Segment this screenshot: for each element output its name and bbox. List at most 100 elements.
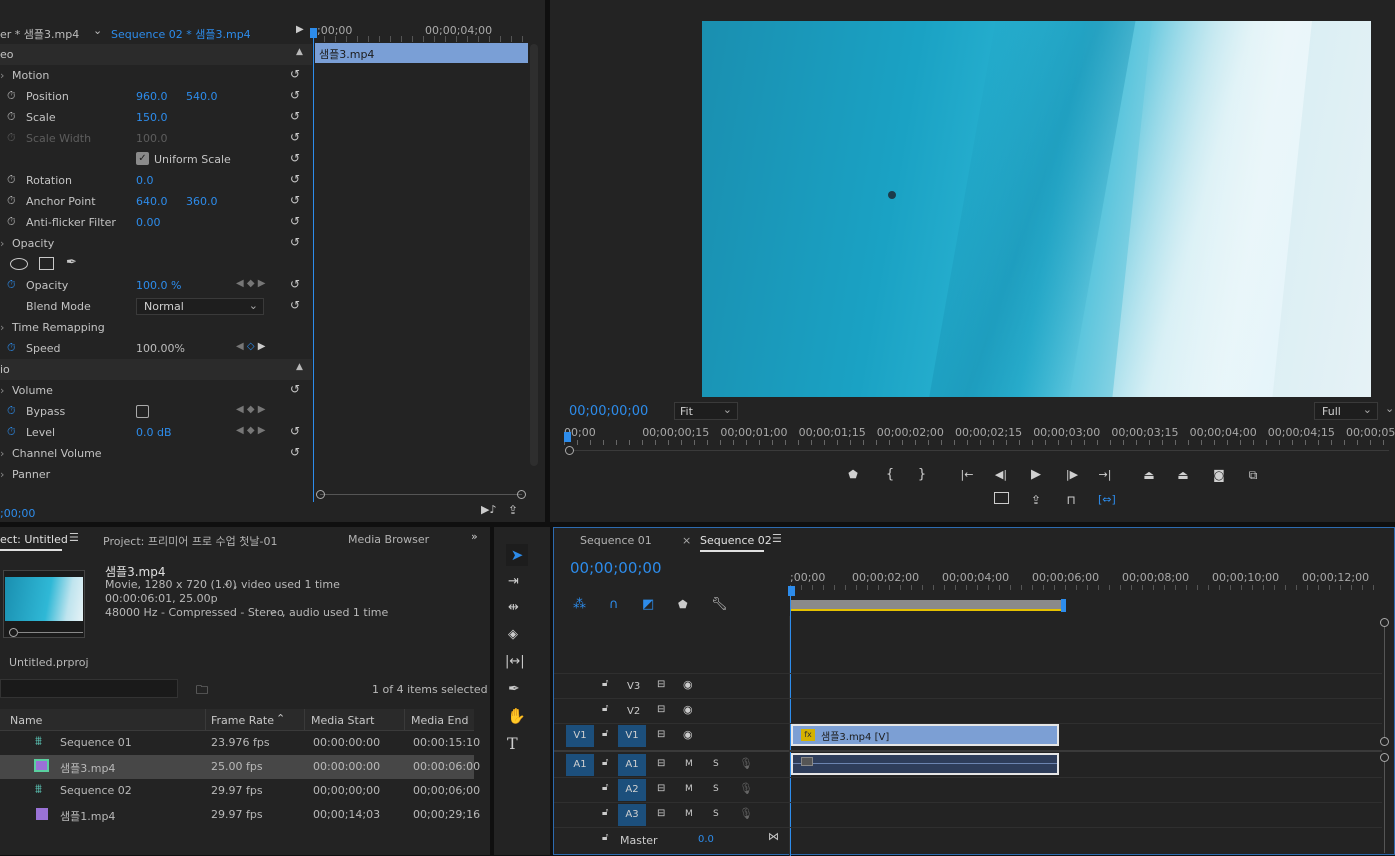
reset-icon[interactable]: ↺ — [290, 277, 304, 291]
stopwatch-icon[interactable]: ⏱ — [7, 404, 16, 418]
reset-icon[interactable]: ↺ — [290, 109, 304, 123]
reset-icon[interactable]: ↺ — [290, 151, 304, 165]
tab-sequence-02[interactable]: Sequence 02 — [700, 534, 772, 547]
track-v2-label[interactable]: V2 — [627, 706, 640, 717]
comparison-view-icon[interactable]: ⧉ — [1245, 467, 1261, 483]
sync-lock-icon[interactable]: ⊟ — [657, 729, 665, 740]
stopwatch-icon[interactable]: ⏱ — [7, 110, 16, 124]
linked-selection-icon[interactable]: ◩ — [642, 597, 654, 612]
blend-mode-dropdown[interactable]: Normal ⌄ — [136, 298, 264, 315]
keyframe-nav-icon[interactable]: ◀ ◆ ▶ — [236, 425, 265, 436]
reset-icon[interactable]: ↺ — [290, 235, 304, 249]
mini-zoom-bar[interactable] — [316, 490, 526, 500]
stopwatch-icon[interactable]: ⏱ — [7, 173, 16, 187]
selection-tool-icon[interactable]: ➤ — [506, 544, 528, 566]
mini-playhead[interactable] — [313, 32, 314, 502]
audio-zoom-bar[interactable] — [1379, 753, 1391, 853]
keyframe-nav-icon[interactable]: ◀ ◆ ▶ — [236, 278, 265, 289]
ellipse-mask-icon[interactable] — [10, 258, 28, 270]
stopwatch-icon[interactable]: ⏱ — [7, 278, 16, 292]
vr-video-icon[interactable]: [⇔] — [1098, 492, 1116, 508]
speed-value[interactable]: 100.00% — [136, 342, 185, 355]
reset-icon[interactable]: ↺ — [290, 172, 304, 186]
panel-menu-icon[interactable]: ☰ — [69, 531, 79, 544]
pen-tool-icon[interactable]: ✒ — [508, 681, 520, 697]
track-select-tool-icon[interactable]: ⇥ — [508, 574, 519, 589]
reset-icon[interactable]: ↺ — [290, 193, 304, 207]
anchor-y-value[interactable]: 360.0 — [186, 195, 218, 208]
reset-icon[interactable]: ↺ — [290, 130, 304, 144]
rectangle-mask-icon[interactable] — [39, 257, 54, 270]
more-tabs-icon[interactable]: » — [471, 530, 478, 543]
opacity-value[interactable]: 100.0 % — [136, 279, 181, 292]
hand-tool-icon[interactable]: ✋ — [507, 707, 526, 725]
safe-margins-icon[interactable] — [993, 492, 1009, 508]
razor-tool-icon[interactable]: ◈ — [508, 627, 518, 642]
audio-clip[interactable] — [791, 753, 1059, 775]
mute-button[interactable]: M — [685, 809, 693, 819]
list-item[interactable]: 샘플3.mp4 25.00 fps 00:00:00:00 00:00:06:0… — [0, 755, 480, 779]
export-icon[interactable]: ⇪ — [1028, 492, 1044, 508]
pen-mask-icon[interactable]: ✒ — [66, 255, 77, 270]
tab-source[interactable]: er * 샘플3.mp4 — [0, 26, 79, 42]
ripple-edit-tool-icon[interactable]: ⇹ — [508, 600, 519, 615]
collapse-icon[interactable]: ▲ — [296, 362, 303, 372]
rotation-value[interactable]: 0.0 — [136, 174, 154, 187]
vertical-zoom-bar[interactable] — [1379, 618, 1391, 748]
chevron-down-icon[interactable]: ⌄ — [93, 24, 102, 37]
stopwatch-icon[interactable]: ⏱ — [7, 194, 16, 208]
time-remapping-row[interactable]: › Time Remapping — [0, 317, 312, 338]
collapse-icon[interactable]: ▲ — [296, 47, 303, 57]
opacity-group-row[interactable]: › Opacity ↺ — [0, 233, 312, 254]
stopwatch-icon[interactable]: ⏱ — [7, 341, 16, 355]
type-tool-icon[interactable]: T — [507, 734, 518, 753]
microphone-icon[interactable]: 🎙︎ — [739, 757, 753, 770]
disclosure-icon[interactable]: › — [0, 321, 4, 334]
program-playhead[interactable] — [564, 432, 571, 442]
microphone-icon[interactable]: 🎙︎ — [739, 782, 753, 795]
tab-project-untitled[interactable]: ect: Untitled — [0, 533, 68, 546]
tab-sequence[interactable]: Sequence 02 * 샘플3.mp4 — [111, 26, 251, 42]
disclosure-icon[interactable]: › — [0, 468, 4, 481]
panner-row[interactable]: › Panner — [0, 464, 312, 485]
export-icon[interactable]: ⇪ — [508, 503, 518, 517]
lock-icon[interactable]: 🔓︎ — [602, 757, 608, 768]
lock-icon[interactable]: 🔓︎ — [602, 832, 608, 843]
column-media-start[interactable]: Media Start — [311, 714, 374, 727]
bypass-checkbox[interactable] — [136, 405, 149, 418]
new-search-bin-icon[interactable]: 🗀 — [196, 681, 208, 702]
wrench-icon[interactable]: 🔧︎ — [711, 597, 728, 612]
chevron-down-icon[interactable]: ⌄ — [222, 576, 231, 589]
solo-button[interactable]: S — [713, 784, 719, 794]
sync-lock-icon[interactable]: ⊟ — [657, 783, 665, 794]
solo-button[interactable]: S — [713, 809, 719, 819]
anchor-x-value[interactable]: 640.0 — [136, 195, 168, 208]
go-to-out-icon[interactable]: →| — [1097, 467, 1113, 483]
go-to-in-icon[interactable]: |← — [959, 467, 975, 483]
level-value[interactable]: 0.0 dB — [136, 426, 172, 439]
snap-icon[interactable]: ∩ — [609, 597, 619, 612]
tab-sequence-01[interactable]: Sequence 01 — [580, 534, 652, 547]
sort-ascending-icon[interactable]: ⌃ — [276, 712, 285, 725]
fit-dropdown[interactable]: Fit ⌄ — [674, 402, 738, 420]
play-only-icon[interactable]: ▶ — [296, 24, 304, 35]
export-frame-icon[interactable]: ◙ — [1211, 467, 1227, 483]
panel-menu-icon[interactable]: ☰ — [772, 532, 782, 545]
disclosure-icon[interactable]: › — [0, 237, 4, 250]
reset-icon[interactable]: ↺ — [290, 67, 304, 81]
volume-row[interactable]: › Volume ↺ — [0, 380, 312, 401]
disclosure-icon[interactable]: › — [0, 384, 4, 397]
disclosure-icon[interactable]: › — [0, 447, 4, 460]
track-a2-target[interactable]: A2 — [618, 779, 646, 801]
master-value[interactable]: 0.0 — [698, 834, 714, 845]
settings-chevron-icon[interactable]: ⌄ — [1385, 402, 1394, 415]
keyframe-nav-icon[interactable]: ◀ ◇ ▶ — [236, 341, 265, 352]
program-zoom-handle[interactable] — [565, 446, 574, 455]
tab-media-browser[interactable]: Media Browser — [348, 533, 429, 546]
mini-clip[interactable]: 샘플3.mp4 — [315, 43, 528, 63]
sync-lock-icon[interactable]: ⊟ — [657, 704, 665, 715]
track-a3-target[interactable]: A3 — [618, 804, 646, 826]
motion-row[interactable]: › Motion ↺ — [0, 65, 312, 86]
timeline-ruler[interactable]: ;00;00 00;00;02;00 00;00;04;00 00;00;06;00 0… — [788, 568, 1380, 616]
work-area-bar[interactable] — [791, 600, 1062, 611]
